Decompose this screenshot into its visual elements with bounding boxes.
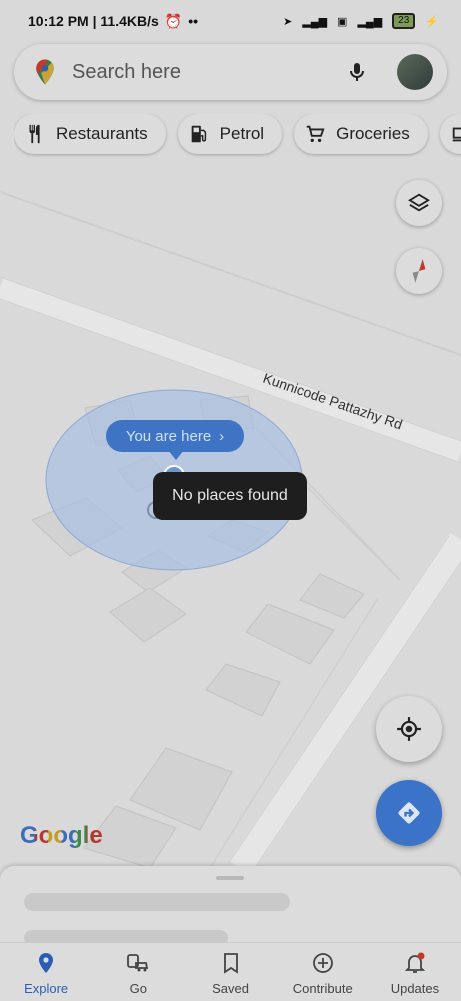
chip-label: Petrol [219,124,265,143]
sheet-drag-handle[interactable] [216,876,244,880]
chip-groceries[interactable]: Groceries [294,114,428,154]
signal-4g-icon: ▂▄▆ [357,15,383,28]
charging-icon: ⚡ [425,15,439,28]
nav-contribute[interactable]: Contribute [277,943,369,1001]
loading-placeholder [24,893,290,911]
mic-icon[interactable] [345,60,369,84]
restaurant-icon [29,124,40,144]
nav-label: Contribute [292,981,353,996]
chip-coffee[interactable] [439,114,461,154]
add-circle-icon [312,953,333,973]
explore-pin-icon [39,953,54,973]
coffee-icon [452,127,461,142]
status-time-speed: 10:12 PM | 11.4KB/s [28,13,159,29]
layers-button[interactable] [396,180,442,226]
nav-explore[interactable]: Explore [0,943,92,1001]
nav-label: Go [129,981,147,996]
directions-button[interactable] [376,780,442,846]
google-logo-text: Google [20,822,103,849]
location-arrow-icon: ➤ [283,15,293,28]
category-chips: Restaurants Petrol Groceries [14,114,461,158]
you-are-here-callout[interactable]: You are here › [106,420,244,460]
bottom-sheet[interactable] [0,866,461,946]
toast-message: No places found [153,472,307,520]
nav-updates[interactable]: Updates [369,943,461,1001]
battery-icon: 23 [392,13,416,29]
chip-petrol[interactable]: Petrol [177,114,283,154]
nav-label: Saved [212,981,249,996]
road-label: Kunnicode Pattazhy Rd [261,370,405,433]
cart-icon [306,125,325,143]
toast-text: No places found [172,487,288,504]
fuel-pump-icon [191,125,206,143]
bookmark-icon [223,953,238,974]
layers-icon [408,193,430,212]
battery-level: 23 [398,15,410,26]
nav-label: Updates [390,981,440,996]
volte-icon: ▣ [337,15,348,28]
nav-label: Explore [24,981,69,996]
chip-restaurants[interactable]: Restaurants [14,114,166,154]
search-bar[interactable]: Search here [14,44,447,100]
nav-go[interactable]: Go [92,943,184,1001]
bottom-navigation: Explore Go Saved Contribute Updates [0,942,461,1001]
google-logo: Google [20,822,103,850]
compass-button[interactable] [396,248,442,294]
crosshair-icon [397,717,421,741]
more-notifications-icon: •• [188,13,199,29]
alarm-icon: ⏰ [164,12,183,29]
status-bar: 10:12 PM | 11.4KB/s ⏰ •• ➤ ▂▄▆ ▣ ▂▄▆ 23 … [0,0,461,42]
commute-icon [127,954,149,972]
signal-icon: ▂▄▆ [302,15,328,28]
you-are-here-label: You are here [125,427,212,445]
nav-saved[interactable]: Saved [184,943,276,1001]
directions-icon [398,802,420,824]
bell-icon [404,952,426,973]
chip-label: Groceries [336,124,410,143]
chevron-right-icon: › [219,427,225,445]
my-location-button[interactable] [376,696,442,762]
search-input[interactable]: Search here [72,61,345,84]
chip-label: Restaurants [56,124,148,143]
compass-icon [412,259,426,283]
maps-logo-icon [36,59,54,85]
avatar[interactable] [397,54,433,90]
